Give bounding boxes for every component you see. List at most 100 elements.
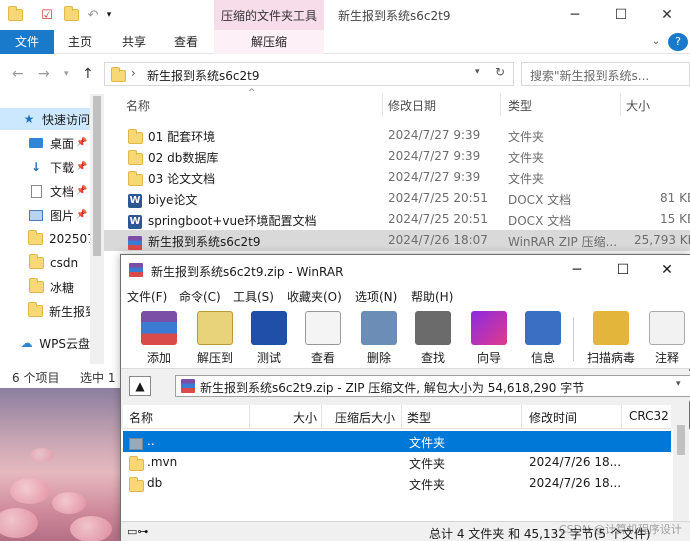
pin-icon: 📌 bbox=[76, 186, 88, 196]
back-icon[interactable]: ← bbox=[12, 66, 24, 82]
test-button[interactable]: 测试 bbox=[245, 311, 293, 367]
column-size[interactable]: 大小 bbox=[293, 409, 317, 426]
file-row[interactable]: 01 配套环境 2024/7/27 9:39 文件夹 bbox=[104, 125, 690, 146]
refresh-icon[interactable]: ↻ bbox=[495, 65, 505, 79]
menu-commands[interactable]: 命令(C) bbox=[179, 288, 221, 305]
forward-icon[interactable]: → bbox=[38, 66, 50, 82]
chevron-down-icon[interactable]: ▾ bbox=[676, 379, 681, 389]
tab-extract[interactable]: 解压缩 bbox=[214, 30, 324, 54]
file-row-selected[interactable]: 新生报到系统s6c2t9 2024/7/26 18:07 WinRAR ZIP … bbox=[104, 230, 690, 251]
archive-scrollbar[interactable] bbox=[673, 405, 689, 521]
menu-file[interactable]: 文件(F) bbox=[127, 288, 167, 305]
nav-scrollbar[interactable] bbox=[90, 94, 104, 364]
sort-up-icon: ^ bbox=[248, 88, 256, 98]
view-icon bbox=[305, 311, 341, 345]
info-icon bbox=[525, 311, 561, 345]
archive-path-text: 新生报到系统s6c2t9.zip - ZIP 压缩文件, 解包大小为 54,61… bbox=[200, 381, 585, 395]
search-placeholder: 搜索"新生报到系统s... bbox=[530, 69, 650, 83]
rar-icon bbox=[129, 263, 143, 280]
menu-favorites[interactable]: 收藏夹(O) bbox=[287, 288, 342, 305]
nav-item-pictures[interactable]: 图片 📌 bbox=[0, 204, 90, 226]
minimize-button[interactable]: ─ bbox=[552, 0, 598, 30]
nav-item-folder[interactable]: csdn bbox=[0, 252, 90, 274]
file-row[interactable]: 03 论文文档 2024/7/27 9:39 文件夹 bbox=[104, 167, 690, 188]
comment-icon bbox=[649, 311, 685, 345]
maximize-button[interactable]: ☐ bbox=[601, 255, 645, 285]
folder-icon bbox=[28, 278, 44, 293]
tab-file[interactable]: 文件 bbox=[0, 30, 54, 54]
status-bar: 6 个项目 选中 1 bbox=[0, 366, 120, 388]
comment-button[interactable]: 注释 bbox=[645, 311, 689, 367]
nav-item-folder[interactable]: 新生报到 bbox=[0, 300, 90, 322]
desktop-wallpaper bbox=[0, 388, 122, 541]
search-input[interactable]: 搜索"新生报到系统s... bbox=[521, 62, 690, 86]
tab-share[interactable]: 共享 bbox=[114, 30, 154, 54]
tab-view[interactable]: 查看 bbox=[166, 30, 206, 54]
close-button[interactable]: ✕ bbox=[644, 0, 690, 30]
nav-item-folder[interactable]: 202507 bbox=[0, 228, 90, 250]
column-type[interactable]: 类型 bbox=[508, 97, 532, 114]
nav-item-desktop[interactable]: 桌面 📌 bbox=[0, 132, 90, 154]
tab-home[interactable]: 主页 bbox=[60, 30, 100, 54]
help-icon[interactable]: ? bbox=[668, 33, 688, 51]
nav-item-downloads[interactable]: ↓ 下载 📌 bbox=[0, 156, 90, 178]
up-icon[interactable]: ↑ bbox=[82, 66, 94, 82]
menu-bar: 文件(F) 命令(C) 工具(S) 收藏夹(O) 选项(N) 帮助(H) bbox=[121, 285, 690, 307]
properties-icon[interactable]: ☑ bbox=[38, 6, 56, 24]
file-row[interactable]: W springboot+vue环境配置文档 2024/7/25 20:51 D… bbox=[104, 209, 690, 230]
customize-qat-icon[interactable]: ▾ bbox=[100, 6, 118, 24]
minimize-button[interactable]: ─ bbox=[555, 255, 599, 285]
extract-to-icon bbox=[197, 311, 233, 345]
menu-tools[interactable]: 工具(S) bbox=[233, 288, 274, 305]
close-button[interactable]: ✕ bbox=[645, 255, 689, 285]
archive-row-selected[interactable]: .. 文件夹 bbox=[123, 431, 671, 452]
extract-to-button[interactable]: 解压到 bbox=[191, 311, 239, 367]
address-text: 新生报到系统s6c2t9 bbox=[147, 69, 260, 83]
find-button[interactable]: 查找 bbox=[409, 311, 457, 367]
archive-path-combo[interactable]: 新生报到系统s6c2t9.zip - ZIP 压缩文件, 解包大小为 54,61… bbox=[175, 375, 690, 397]
delete-icon bbox=[361, 311, 397, 345]
recent-locations-icon[interactable]: ▾ bbox=[64, 69, 69, 79]
column-date[interactable]: 修改日期 bbox=[388, 97, 436, 114]
archive-row[interactable]: .mvn 文件夹 2024/7/26 18... bbox=[123, 452, 671, 473]
column-packed[interactable]: 压缩后大小 bbox=[335, 409, 395, 426]
pin-icon: 📌 bbox=[76, 162, 88, 172]
address-bar[interactable]: › 新生报到系统s6c2t9 ▾ ↻ bbox=[104, 62, 514, 86]
view-button[interactable]: 查看 bbox=[299, 311, 347, 367]
column-crc32[interactable]: CRC32 bbox=[629, 409, 669, 423]
test-icon bbox=[251, 311, 287, 345]
column-name[interactable]: 名称 bbox=[126, 97, 150, 114]
winrar-title: 新生报到系统s6c2t9.zip - WinRAR bbox=[151, 265, 344, 279]
up-folder-icon[interactable]: ▲ bbox=[129, 376, 151, 396]
maximize-button[interactable]: ☐ bbox=[598, 0, 644, 30]
window-title: 新生报到系统s6c2t9 bbox=[338, 9, 451, 23]
virus-scan-button[interactable]: 扫描病毒 bbox=[583, 311, 639, 367]
rar-icon bbox=[181, 379, 195, 393]
ribbon-tabs: 文件 主页 共享 查看 解压缩 ⌄ ? bbox=[0, 30, 690, 54]
folder-icon bbox=[111, 67, 126, 82]
expand-ribbon-icon[interactable]: ⌄ bbox=[646, 30, 666, 54]
menu-help[interactable]: 帮助(H) bbox=[411, 288, 453, 305]
drive-key-icon[interactable]: ▭⊶ bbox=[127, 525, 148, 538]
nav-item-quick-access[interactable]: ★ 快速访问 bbox=[0, 108, 90, 130]
column-modified[interactable]: 修改时间 bbox=[529, 409, 577, 426]
column-size[interactable]: 大小 bbox=[626, 97, 650, 114]
nav-item-folder[interactable]: 冰糖 bbox=[0, 276, 90, 298]
delete-button[interactable]: 删除 bbox=[355, 311, 403, 367]
compressed-folder-tools-tab[interactable]: 压缩的文件夹工具 bbox=[214, 0, 324, 30]
nav-item-wps-cloud[interactable]: ☁ WPS云盘 bbox=[0, 332, 90, 354]
new-folder-icon[interactable] bbox=[62, 6, 80, 24]
pin-icon: 📌 bbox=[76, 138, 88, 148]
file-row[interactable]: 02 db数据库 2024/7/27 9:39 文件夹 bbox=[104, 146, 690, 167]
cloud-icon: ☁ bbox=[20, 336, 33, 350]
chevron-down-icon[interactable]: ▾ bbox=[475, 67, 480, 77]
file-row[interactable]: W biye论文 2024/7/25 20:51 DOCX 文档 81 KB bbox=[104, 188, 690, 209]
wizard-button[interactable]: 向导 bbox=[465, 311, 513, 367]
column-name[interactable]: 名称 bbox=[129, 409, 153, 426]
archive-row[interactable]: db 文件夹 2024/7/26 18... bbox=[123, 473, 671, 494]
info-button[interactable]: 信息 bbox=[519, 311, 567, 367]
column-type[interactable]: 类型 bbox=[407, 409, 431, 426]
add-button[interactable]: 添加 bbox=[135, 311, 183, 367]
nav-item-documents[interactable]: 文档 📌 bbox=[0, 180, 90, 202]
menu-options[interactable]: 选项(N) bbox=[355, 288, 397, 305]
